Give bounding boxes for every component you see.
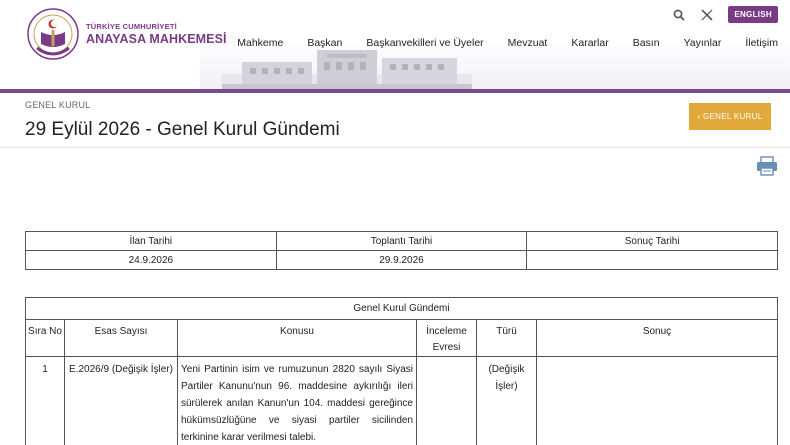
ilan-tarihi-header: İlan Tarihi [25,231,277,251]
row-turu: (Değişik İşler) [476,356,537,445]
nav-item-kararlar[interactable]: Kararlar [571,37,608,49]
row-sira-no: 1 [25,356,65,445]
nav-item-yayinlar[interactable]: Yayınlar [684,37,722,49]
row-esas-sayisi: E.2026/9 (Değişik İşler) [64,356,178,445]
sira-no-header: Sıra No [25,319,65,357]
site-header: TÜRKİYE CUMHURİYETİ ANAYASA MAHKEMESİ EN… [0,0,790,93]
sonuc-tarihi-header: Sonuç Tarihi [526,231,778,251]
court-building-illustration [222,50,472,90]
brand-name[interactable]: TÜRKİYE CUMHURİYETİ ANAYASA MAHKEMESİ [86,22,227,46]
ilan-tarihi-value: 24.9.2026 [25,250,277,270]
agenda-table: Genel Kurul Gündemi Sıra No Esas Sayısı … [25,297,778,445]
toplanti-tarihi-value: 29.9.2026 [275,250,528,270]
esas-sayisi-header: Esas Sayısı [64,319,178,357]
agenda-header-row: Sıra No Esas Sayısı Konusu İnceleme Evre… [25,319,778,357]
print-icon[interactable] [756,156,778,176]
sonuc-header: Sonuç [536,319,778,357]
english-language-button[interactable]: ENGLISH [728,6,778,23]
turu-header: Türü [476,319,537,357]
dates-table: İlan Tarihi Toplantı Tarihi Sonuç Tarihi… [25,231,778,270]
inceleme-evresi-header: İnceleme Evresi [416,319,477,357]
table-row: 1 E.2026/9 (Değişik İşler) Yeni Partinin… [25,356,778,445]
main-nav: Mahkeme Başkan Başkanvekilleri ve Üyeler… [237,37,778,49]
dates-header-row: İlan Tarihi Toplantı Tarihi Sonuç Tarihi [25,231,778,251]
nav-item-mevzuat[interactable]: Mevzuat [508,37,548,49]
toplanti-tarihi-header: Toplantı Tarihi [275,231,528,251]
page-title: 29 Eylül 2026 - Genel Kurul Gündemi [25,119,340,140]
row-inceleme-evresi [416,356,477,445]
brand-line-2: ANAYASA MAHKEMESİ [86,32,227,46]
nav-item-mahkeme[interactable]: Mahkeme [237,37,283,49]
row-sonuc [536,356,778,445]
konusu-header: Konusu [177,319,417,357]
back-to-genel-kurul-button[interactable]: ‹ GENEL KURUL [689,103,771,130]
title-band: GENEL KURUL 29 Eylül 2026 - Genel Kurul … [0,93,790,148]
search-icon[interactable] [672,8,686,22]
agenda-caption: Genel Kurul Gündemi [25,297,778,320]
sonuc-tarihi-value [526,250,778,270]
breadcrumb[interactable]: GENEL KURUL [25,100,90,110]
dates-value-row: 24.9.2026 29.9.2026 [25,250,778,270]
row-konusu: Yeni Partinin isim ve rumuzunun 2820 say… [177,356,417,445]
x-social-icon[interactable] [700,8,714,22]
court-logo-icon[interactable] [27,8,79,60]
nav-item-baskanvekilleri[interactable]: Başkanvekilleri ve Üyeler [366,37,483,49]
inceleme-header-line1: İnceleme [426,326,467,337]
brand-line-1: TÜRKİYE CUMHURİYETİ [86,22,177,31]
nav-item-iletisim[interactable]: İletişim [745,37,778,49]
inceleme-header-line2: Evresi [432,342,461,353]
nav-item-basin[interactable]: Basın [633,37,660,49]
agenda-caption-row: Genel Kurul Gündemi [25,297,778,320]
top-tools: ENGLISH [672,6,778,23]
nav-item-baskan[interactable]: Başkan [307,37,342,49]
